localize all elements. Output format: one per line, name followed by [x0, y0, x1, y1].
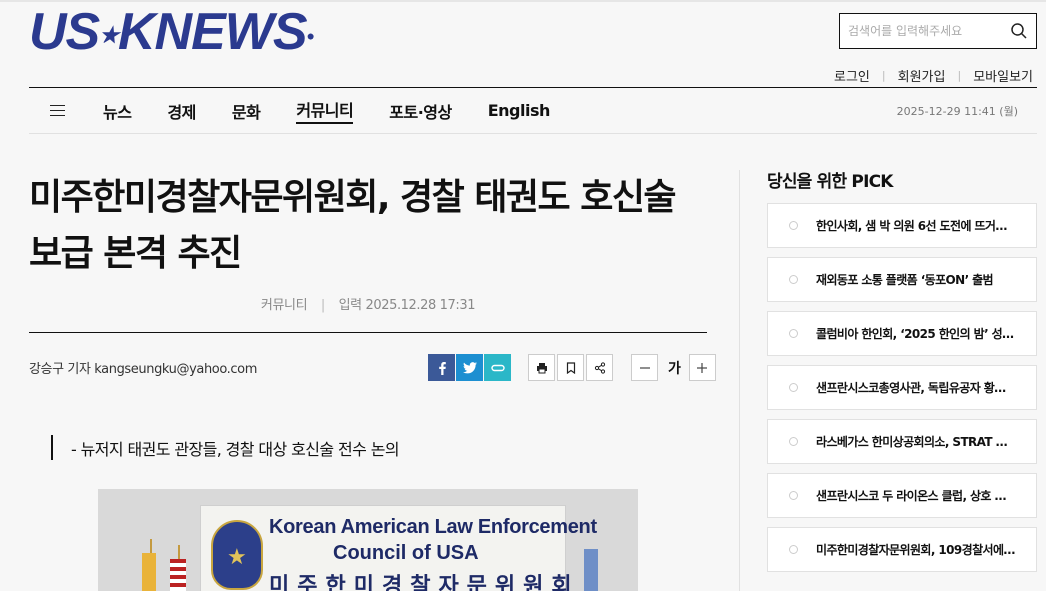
article-header: 미주한미경찰자문위원회, 경찰 태권도 호신술 보급 본격 추진 커뮤니티 | … — [29, 170, 707, 333]
twitter-icon — [462, 361, 477, 373]
minus-icon — [639, 366, 650, 369]
nav-item-english[interactable]: English — [488, 101, 551, 120]
pick-item[interactable]: 한인사회, 샘 박 의원 6선 도전에 뜨거운 ... — [767, 203, 1037, 248]
bullet-icon — [789, 329, 798, 338]
banner-line-2: Council of USA — [333, 542, 479, 564]
bullet-icon — [789, 437, 798, 446]
nav-item-news[interactable]: 뉴스 — [103, 99, 132, 123]
article-headline: 미주한미경찰자문위원회, 경찰 태권도 호신술 보급 본격 추진 — [29, 170, 707, 282]
article-published-date: 입력 2025.12.28 17:31 — [338, 298, 476, 313]
pick-item-title: 한인사회, 샘 박 의원 6선 도전에 뜨거운 ... — [816, 219, 1016, 233]
facebook-icon — [438, 361, 446, 375]
print-button[interactable] — [528, 354, 555, 381]
search-input[interactable] — [840, 14, 1000, 48]
nav-bottom-border — [29, 133, 1037, 134]
pick-item[interactable]: 재외동포 소통 플랫폼 ‘동포ON’ 출범 — [767, 257, 1037, 302]
banner-line-1: Korean American Law Enforcement — [269, 516, 597, 538]
printer-icon — [536, 362, 547, 373]
pick-item-title: 샌프란시스코총영사관, 독립유공자 황사... — [816, 381, 1016, 395]
bullet-icon — [789, 545, 798, 554]
nav-item-economy[interactable]: 경제 — [167, 99, 196, 123]
search-box — [839, 13, 1037, 49]
article-subheadline: - 뉴저지 태권도 관장들, 경찰 대상 호신술 전수 논의 — [51, 435, 400, 460]
twitter-share-button[interactable] — [456, 354, 483, 381]
divider: | — [881, 69, 886, 82]
divider: | — [320, 298, 325, 313]
menu-icon[interactable] — [50, 104, 66, 117]
article-meta: 커뮤니티 | 입력 2025.12.28 17:31 — [29, 294, 707, 313]
bookmark-button[interactable] — [557, 354, 584, 381]
login-link[interactable]: 로그인 — [834, 66, 870, 85]
nav-item-culture[interactable]: 문화 — [232, 99, 261, 123]
pick-item-title: 재외동포 소통 플랫폼 ‘동포ON’ 출범 — [816, 273, 994, 287]
pick-item-title: 샌프란시스코 두 라이온스 클럽, 상호 발... — [816, 489, 1016, 503]
us-flag — [170, 559, 186, 591]
bullet-icon — [789, 221, 798, 230]
logo-dot-icon: ● — [306, 27, 316, 44]
kalec-badge-icon: ★ — [211, 520, 263, 590]
pick-item[interactable]: 미주한미경찰자문위원회, 109경찰서에 ... — [767, 527, 1037, 572]
font-decrease-button[interactable] — [631, 354, 658, 381]
banner-line-3: 미주한미경찰자문위원회 — [269, 574, 580, 591]
plus-icon — [697, 362, 708, 373]
sidebar-divider — [739, 170, 740, 591]
main-nav: 뉴스 경제 문화 커뮤니티 포토·영상 English 2025-12-29 1… — [29, 88, 1037, 133]
signup-link[interactable]: 회원가입 — [898, 66, 946, 85]
bullet-icon — [789, 491, 798, 500]
link-icon — [490, 364, 505, 371]
site-logo[interactable]: US★KNEWS● — [29, 6, 349, 58]
bullet-icon — [789, 383, 798, 392]
search-icon[interactable] — [1010, 22, 1028, 40]
pick-section-title: 당신을 위한 PICK — [767, 172, 893, 192]
bullet-icon — [789, 275, 798, 284]
logo-star-icon: ★ — [99, 22, 119, 48]
share-button[interactable] — [586, 354, 613, 381]
article-byline[interactable]: 강승구 기자 kangseungku@yahoo.com — [29, 358, 257, 377]
utility-links: 로그인 | 회원가입 | 모바일보기 — [834, 66, 1033, 85]
pick-item[interactable]: 라스베가스 한미상공회의소, STRAT 타... — [767, 419, 1037, 464]
pick-item-title: 라스베가스 한미상공회의소, STRAT 타... — [816, 435, 1016, 449]
photo-banner: ★ Korean American Law Enforcement Counci… — [200, 505, 597, 591]
headline-line-2: 보급 본격 추진 — [29, 233, 242, 274]
divider: | — [957, 69, 962, 82]
pick-item-title: 콜럼비아 한인회, ‘2025 한인의 밤’ 성황리... — [816, 327, 1016, 341]
nav-item-photo-video[interactable]: 포토·영상 — [389, 99, 452, 123]
share-icon — [594, 361, 605, 374]
flag — [584, 549, 598, 591]
copy-link-button[interactable] — [484, 354, 511, 381]
facebook-share-button[interactable] — [428, 354, 455, 381]
article-photo[interactable]: ★ Korean American Law Enforcement Counci… — [98, 489, 638, 591]
top-border — [0, 0, 1046, 2]
current-date: 2025-12-29 11:41 (월) — [896, 105, 1018, 118]
headline-line-1: 미주한미경찰자문위원회, 경찰 태권도 호신술 — [29, 177, 677, 218]
pick-item-title: 미주한미경찰자문위원회, 109경찰서에 ... — [816, 543, 1016, 557]
bookmark-icon — [566, 361, 575, 374]
article-tools: 가 — [428, 354, 718, 381]
article-category[interactable]: 커뮤니티 — [261, 298, 308, 313]
nav-item-community[interactable]: 커뮤니티 — [296, 97, 354, 124]
logo-wordmark: US★KNEWS● — [29, 3, 316, 61]
pick-item[interactable]: 샌프란시스코총영사관, 독립유공자 황사... — [767, 365, 1037, 410]
pick-item[interactable]: 샌프란시스코 두 라이온스 클럽, 상호 발... — [767, 473, 1037, 518]
pick-list: 한인사회, 샘 박 의원 6선 도전에 뜨거운 ... 재외동포 소통 플랫폼 … — [767, 203, 1037, 581]
pick-item[interactable]: 콜럼비아 한인회, ‘2025 한인의 밤’ 성황리... — [767, 311, 1037, 356]
font-increase-button[interactable] — [688, 354, 716, 381]
article-divider — [29, 332, 707, 333]
mobile-view-link[interactable]: 모바일보기 — [973, 66, 1033, 85]
flag — [142, 553, 156, 591]
font-size-label: 가 — [668, 360, 681, 377]
